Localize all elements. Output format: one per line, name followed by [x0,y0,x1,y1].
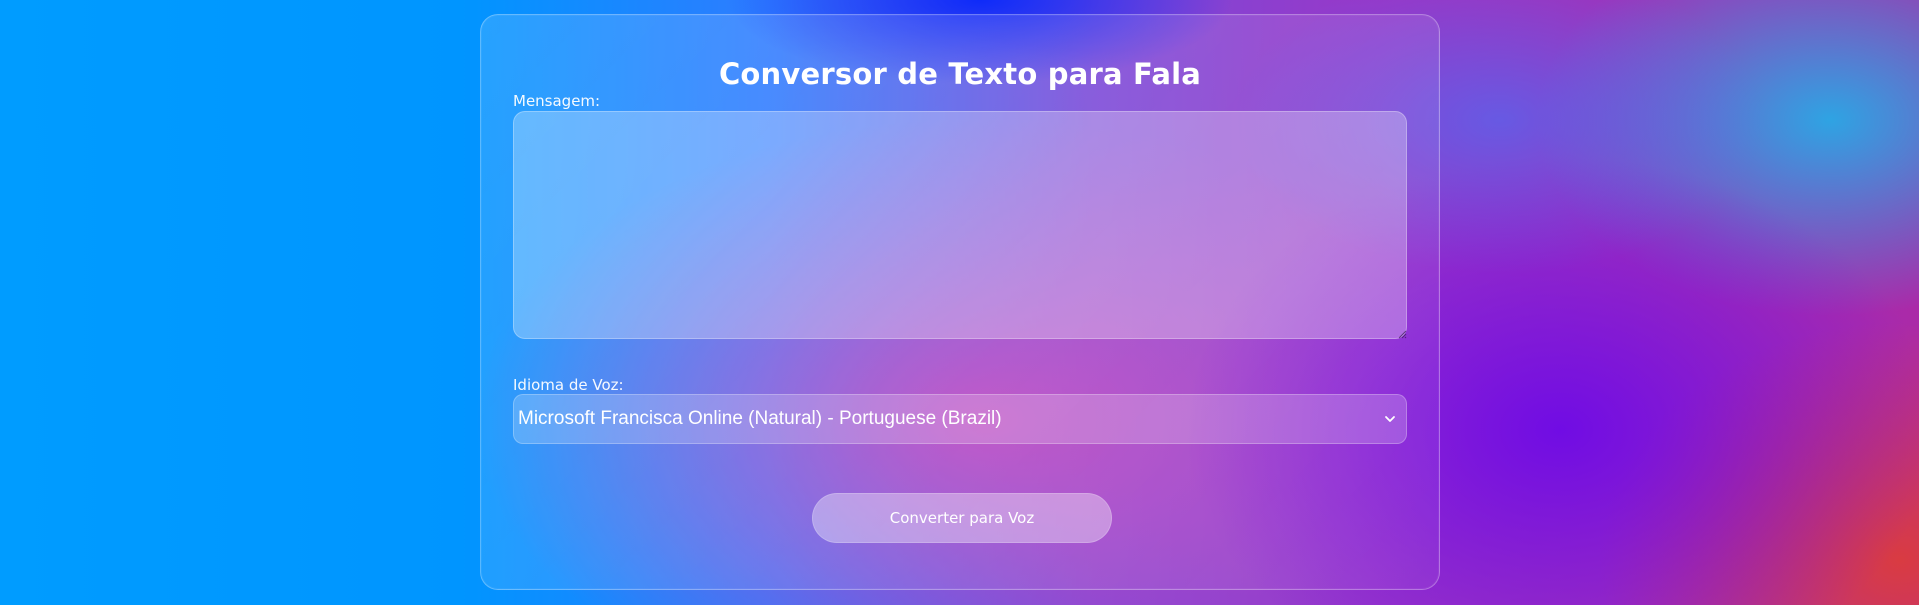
convert-to-voice-button[interactable]: Converter para Voz [812,493,1112,543]
message-label: Mensagem: [513,92,601,110]
page-title: Conversor de Texto para Fala [718,57,1202,91]
voice-language-label: Idioma de Voz: [513,376,624,394]
message-input[interactable] [513,111,1407,339]
voice-language-select[interactable]: Microsoft Francisca Online (Natural) - P… [513,394,1407,444]
voice-language-selected-value: Microsoft Francisca Online (Natural) - P… [518,408,1002,429]
chevron-down-icon [1385,416,1395,422]
converter-card: Conversor de Texto para Fala Mensagem: I… [480,14,1440,590]
